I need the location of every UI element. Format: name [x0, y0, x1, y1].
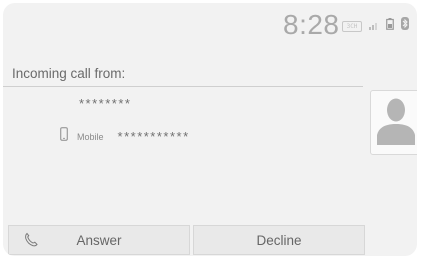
incoming-call-screen: 8:28 3CH Incoming call from: ******** Mo…	[3, 3, 417, 256]
contact-avatar	[370, 90, 417, 155]
phone-handset-icon	[24, 232, 38, 250]
answer-button[interactable]: Answer	[8, 225, 190, 255]
status-badge: 3CH	[342, 20, 362, 32]
battery-icon	[386, 17, 394, 35]
decline-label: Decline	[256, 232, 302, 248]
clock: 8:28	[283, 9, 340, 40]
mobile-phone-icon	[60, 127, 68, 146]
incoming-call-title: Incoming call from:	[12, 66, 126, 81]
caller-number-type: Mobile	[77, 131, 104, 142]
decline-button[interactable]: Decline	[193, 225, 365, 255]
contact-avatar-icon	[377, 95, 415, 150]
status-bar: 8:28 3CH	[3, 3, 417, 49]
caller-name: ********	[79, 96, 132, 111]
title-divider	[3, 86, 363, 87]
call-actions: Answer Decline	[8, 225, 417, 255]
answer-label: Answer	[76, 232, 122, 248]
bluetooth-icon	[401, 17, 409, 35]
caller-number-row: Mobile ***********	[60, 127, 190, 146]
caller-number: ***********	[117, 129, 190, 144]
signal-icon	[369, 17, 379, 35]
status-icons: 3CH	[342, 17, 409, 35]
